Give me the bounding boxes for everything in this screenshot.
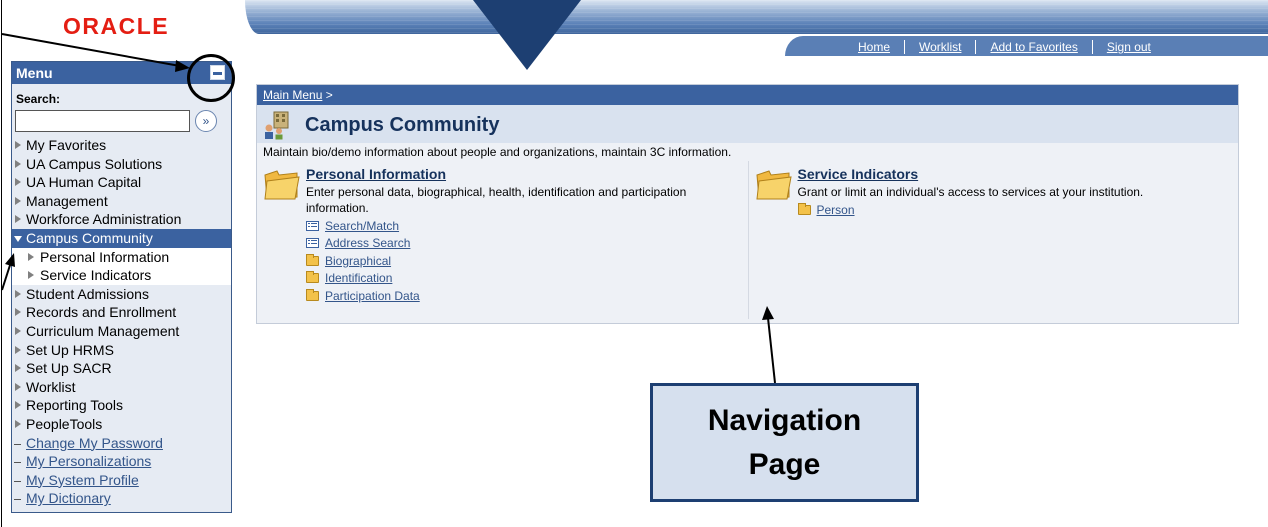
menu-search-input[interactable] [15, 110, 190, 132]
nav-separator [975, 40, 977, 54]
component-icon [306, 238, 319, 249]
menu-item-my-favorites[interactable]: My Favorites [12, 136, 231, 155]
section-personal-information: Personal Information Enter personal data… [257, 161, 748, 319]
section-service-indicators: Service Indicators Grant or limit an ind… [747, 161, 1239, 319]
link-person[interactable]: Person [797, 201, 855, 219]
section-description: Grant or limit an individual's access to… [797, 185, 1144, 199]
campus-community-icon [265, 111, 289, 140]
menu-search-row: » [12, 110, 231, 136]
nav-separator [1091, 40, 1093, 54]
menu-tree: My Favorites UA Campus Solutions UA Huma… [12, 136, 231, 508]
annotation-left-line [1, 0, 2, 527]
annotation-circle [187, 54, 235, 102]
oracle-logo: ORACLE [63, 13, 169, 39]
menu-item-peopletools[interactable]: PeopleTools [12, 415, 231, 434]
navigation-page-callout: Navigation Page [650, 383, 919, 502]
folder-icon [264, 170, 300, 200]
menu-pagelet: Menu Search: » My Favorites UA Campus So… [11, 61, 232, 513]
section-title-personal-information[interactable]: Personal Information [306, 166, 446, 182]
search-go-icon[interactable]: » [195, 110, 217, 132]
link-participation-data[interactable]: Participation Data [306, 287, 420, 305]
link-biographical[interactable]: Biographical [306, 252, 420, 270]
menu-item-ua-campus-solutions[interactable]: UA Campus Solutions [12, 155, 231, 174]
folder-icon [755, 170, 792, 200]
nav-home-link[interactable]: Home [858, 40, 890, 54]
header-banner [245, 0, 1268, 34]
link-address-search[interactable]: Address Search [306, 235, 420, 253]
menu-item-records-and-enrollment[interactable]: Records and Enrollment [12, 303, 231, 322]
page-title-bar: Campus Community [257, 105, 1238, 143]
menu-item-student-admissions[interactable]: Student Admissions [12, 285, 231, 304]
breadcrumb: Main Menu > [257, 85, 1238, 105]
link-search-match[interactable]: Search/Match [306, 217, 420, 235]
menu-item-campus-community[interactable]: Campus Community [12, 228, 231, 248]
section-links: Person [797, 201, 855, 219]
link-label: Person [816, 202, 855, 217]
annotation-down-arrow [473, 0, 581, 70]
menu-item-service-indicators[interactable]: Service Indicators [12, 266, 231, 285]
nav-separator [904, 40, 906, 54]
nav-sign-out-link[interactable]: Sign out [1107, 40, 1151, 54]
link-label: Search/Match [325, 218, 400, 233]
annotation-pointer-line [767, 317, 776, 384]
menu-link-my-personalizations[interactable]: My Personalizations [12, 452, 231, 471]
link-label: Participation Data [325, 288, 420, 303]
menu-item-personal-information[interactable]: Personal Information [12, 247, 231, 267]
menu-item-worklist[interactable]: Worklist [12, 378, 231, 397]
link-label: Address Search [325, 236, 411, 251]
annotation-pointer-line [1, 261, 12, 291]
menu-link-change-my-password[interactable]: Change My Password [12, 434, 231, 453]
nav-worklist-link[interactable]: Worklist [919, 40, 961, 54]
breadcrumb-separator: > [325, 88, 333, 102]
menu-item-curriculum-management[interactable]: Curriculum Management [12, 322, 231, 341]
menu-item-set-up-sacr[interactable]: Set Up SACR [12, 359, 231, 378]
section-description: Enter personal data, biographical, healt… [306, 185, 687, 215]
page-description: Maintain bio/demo information about peop… [257, 143, 1238, 161]
menu-item-reporting-tools[interactable]: Reporting Tools [12, 396, 231, 415]
callout-line-1: Navigation [707, 403, 862, 437]
navigation-sections: Personal Information Enter personal data… [257, 161, 1238, 319]
menu-item-workforce-administration[interactable]: Workforce Administration [12, 210, 231, 229]
callout-line-2: Page [748, 447, 821, 481]
folder-icon [306, 253, 319, 266]
link-label: Identification [325, 271, 393, 286]
component-icon [306, 220, 319, 231]
menu-link-my-dictionary[interactable]: My Dictionary [12, 489, 231, 508]
universal-nav-links: Home Worklist Add to Favorites Sign out [858, 40, 1151, 54]
menu-item-ua-human-capital-cont[interactable]: Management [12, 192, 231, 211]
folder-icon [306, 271, 319, 284]
folder-icon [797, 202, 811, 215]
section-links: Search/Match Address Search Biographical… [306, 217, 420, 305]
link-label: Biographical [325, 253, 392, 268]
link-identification[interactable]: Identification [306, 270, 420, 288]
menu-title: Menu [16, 65, 53, 81]
menu-link-my-system-profile[interactable]: My System Profile [12, 471, 231, 490]
menu-item-label: Management [26, 192, 108, 209]
oracle-logo-text: ORACLE [63, 13, 169, 39]
nav-add-to-favorites-link[interactable]: Add to Favorites [990, 40, 1077, 54]
section-title-service-indicators[interactable]: Service Indicators [798, 166, 919, 182]
page-title: Campus Community [305, 114, 500, 136]
menu-item-ua-human-capital[interactable]: UA Human Capital [12, 173, 231, 192]
menu-item-set-up-hrms[interactable]: Set Up HRMS [12, 341, 231, 360]
breadcrumb-main-menu-link[interactable]: Main Menu [263, 88, 322, 102]
folder-icon [306, 288, 319, 301]
navigation-page-panel: Main Menu > Campus Community Maintain bi… [256, 84, 1239, 324]
